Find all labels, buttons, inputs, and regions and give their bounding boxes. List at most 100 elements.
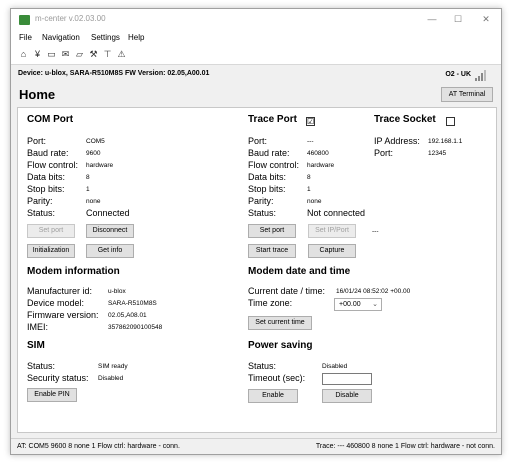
device-info-bar: Device: u-blox, SARA-R510M8S FW Version:… [11,65,501,85]
manufacturer-label: Manufacturer id: [27,286,93,296]
current-datetime-label: Current date / time: [248,286,326,296]
com-baud-value: 9600 [86,150,101,157]
home-panel: COM Port Port: COM5 Baud rate: 9600 Flow… [17,107,497,433]
com-flow-label: Flow control: [27,160,79,170]
trace-flow-label: Flow control: [248,160,300,170]
device-info: Device: u-blox, SARA-R510M8S FW Version:… [18,70,210,77]
com-port-title: COM Port [27,114,74,125]
com-port-value: COM5 [86,138,105,145]
modem-info-title: Modem information [27,266,120,277]
trace-databits-label: Data bits: [248,172,287,182]
timeout-input[interactable] [322,373,372,385]
at-terminal-button[interactable]: AT Terminal [441,87,493,102]
set-current-time-button[interactable]: Set current time [248,316,312,330]
trace-flow-value: hardware [307,162,335,169]
menu-settings[interactable]: Settings [91,33,120,42]
page-title: Home [19,87,56,102]
trace-port-label: Port: [248,136,268,146]
set-ip-port-button[interactable]: Set IP/Port [308,224,356,238]
title-bar: m-center v.02.03.00 — ☐ ✕ [11,9,501,31]
app-logo-icon [19,15,30,25]
com-baud-label: Baud rate: [27,148,69,158]
timezone-select[interactable]: +00.00 ⌄ [334,298,382,311]
socket-port-label: Port: [374,148,394,158]
sim-status-value: SIM ready [98,363,128,370]
signal-tower-icon[interactable]: ⊤ [102,49,113,60]
disable-button[interactable]: Disable [322,389,372,403]
start-trace-button[interactable]: Start trace [248,244,296,258]
page-header: Home AT Terminal [15,85,499,105]
maximize-button[interactable]: ☐ [447,11,469,27]
security-status-label: Security status: [27,373,89,383]
com-set-port-button[interactable]: Set port [27,224,75,238]
power-status-value: Disabled [322,363,348,370]
trace-baud-value: 460800 [307,150,329,157]
com-parity-value: none [86,198,101,205]
disconnect-button[interactable]: Disconnect [86,224,134,238]
trace-parity-value: none [307,198,322,205]
socket-port-value: 12345 [428,150,447,157]
trace-port-checkbox[interactable]: ☑ [306,117,315,126]
imei-label: IMEI: [27,322,49,332]
trace-baud-label: Baud rate: [248,148,290,158]
chevron-down-icon: ⌄ [372,301,378,308]
com-status-label: Status: [27,208,56,218]
trace-databits-value: 8 [307,174,311,181]
warning-icon[interactable]: ⚠ [116,49,127,60]
com-port-label: Port: [27,136,47,146]
imei-value: 357862090100548 [108,324,163,331]
app-window: m-center v.02.03.00 — ☐ ✕ File Navigatio… [10,8,502,455]
com-stopbits-value: 1 [86,186,90,193]
trace-stopbits-value: 1 [307,186,311,193]
device-model-label: Device model: [27,298,85,308]
menu-navigation[interactable]: Navigation [42,33,80,42]
power-saving-title: Power saving [248,340,313,351]
window-title: m-center v.02.03.00 [35,14,106,23]
firmware-label: Firmware version: [27,310,99,320]
operator-name: O2 - UK [445,71,471,78]
trace-status-label: Status: [248,208,277,218]
minimize-button[interactable]: — [421,11,443,27]
security-status-value: Disabled [98,375,124,382]
trace-status-value: Not connected [307,208,366,218]
sim-title: SIM [27,340,45,351]
menu-bar: File Navigation Settings Help [11,31,501,45]
modem-datetime-title: Modem date and time [248,266,351,277]
com-parity-label: Parity: [27,196,53,206]
enable-button[interactable]: Enable [248,389,298,403]
sim-icon[interactable]: ▭ [46,49,57,60]
initialization-button[interactable]: Initialization [27,244,75,258]
antenna-icon[interactable]: ¥ [32,49,43,60]
home-icon[interactable]: ⌂ [18,49,29,60]
manufacturer-value: u-blox [108,288,126,295]
enable-pin-button[interactable]: Enable PIN [27,388,77,402]
signal-strength-icon [475,69,489,81]
timezone-label: Time zone: [248,298,293,308]
firmware-value: 02.05,A08.01 [108,312,147,319]
trace-socket-title: Trace Socket [374,114,436,125]
trace-port-title: Trace Port [248,114,297,125]
toolbar: ⌂ ¥ ▭ ✉ ▱ ⚒ ⊤ ⚠ [11,45,501,65]
message-icon[interactable]: ✉ [60,49,71,60]
trace-ip-port-dashes: --- [372,228,379,235]
get-info-button[interactable]: Get info [86,244,134,258]
capture-button[interactable]: Capture [308,244,356,258]
menu-file[interactable]: File [19,33,32,42]
trace-socket-checkbox[interactable] [446,117,455,126]
close-button[interactable]: ✕ [475,11,497,27]
ip-address-label: IP Address: [374,136,420,146]
at-status: AT: COM5 9600 8 none 1 Flow ctrl: hardwa… [17,443,180,450]
tools-icon[interactable]: ⚒ [88,49,99,60]
com-databits-label: Data bits: [27,172,66,182]
com-flow-value: hardware [86,162,114,169]
timeout-label: Timeout (sec): [248,373,306,383]
trace-status: Trace: --- 460800 8 none 1 Flow ctrl: ha… [315,443,495,450]
com-stopbits-label: Stop bits: [27,184,65,194]
status-bar: AT: COM5 9600 8 none 1 Flow ctrl: hardwa… [11,438,501,454]
folder-icon[interactable]: ▱ [74,49,85,60]
menu-help[interactable]: Help [128,33,144,42]
trace-stopbits-label: Stop bits: [248,184,286,194]
sim-status-label: Status: [27,361,56,371]
trace-set-port-button[interactable]: Set port [248,224,296,238]
trace-parity-label: Parity: [248,196,274,206]
